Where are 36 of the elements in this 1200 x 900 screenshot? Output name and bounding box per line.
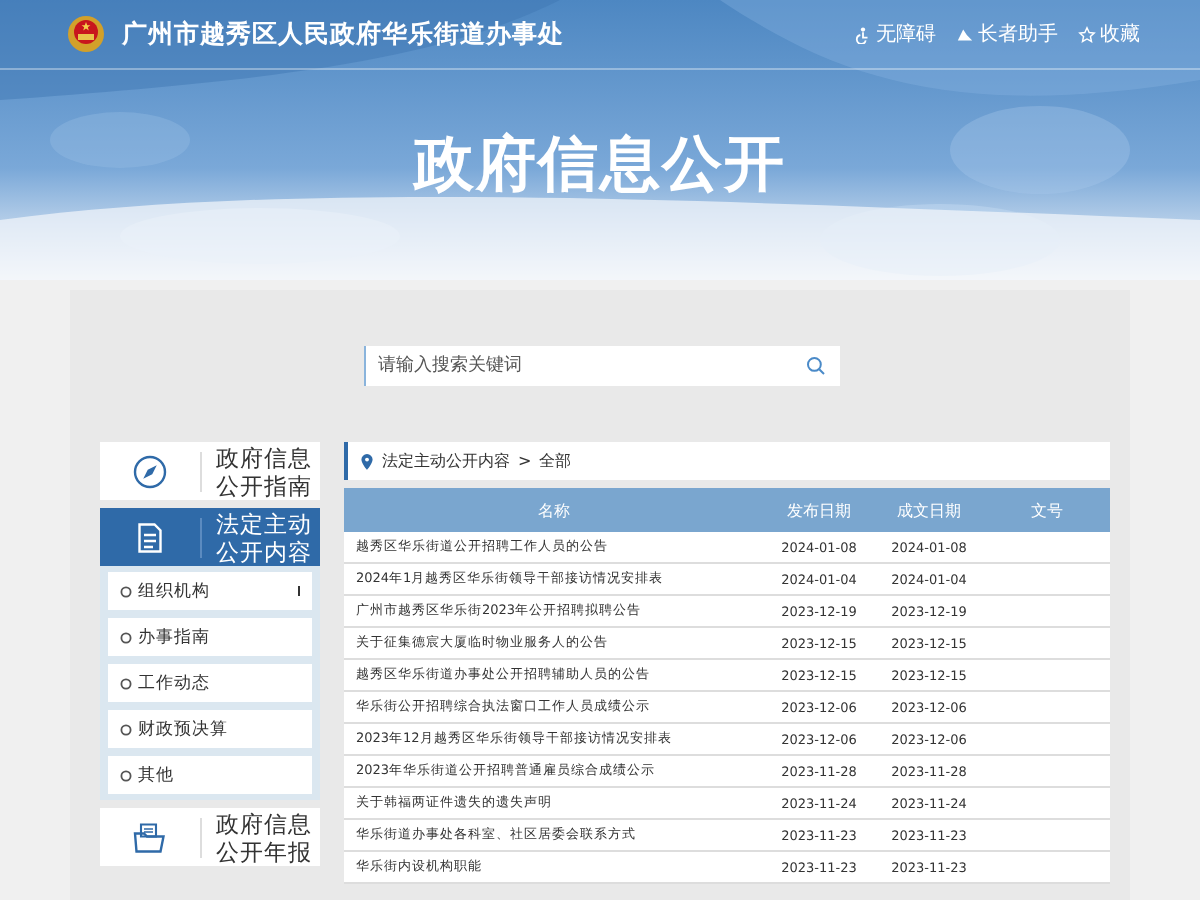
location-pin-icon — [360, 453, 374, 469]
bullet-icon — [120, 677, 132, 689]
document-icon — [132, 519, 168, 555]
submenu-item[interactable]: 财政预决算 — [108, 710, 312, 748]
sidebar-item[interactable]: 政府信息公开年报 — [100, 808, 320, 866]
column-header: 发布日期 — [764, 488, 874, 532]
search-icon[interactable] — [806, 356, 826, 376]
submenu-item[interactable]: 组织机构 — [108, 572, 312, 610]
bullet-icon — [120, 769, 132, 781]
breadcrumb-link[interactable]: 法定主动公开内容 — [382, 450, 510, 472]
bullet-icon — [120, 585, 132, 597]
compass-icon — [132, 453, 168, 489]
submenu-item[interactable]: 工作动态 — [108, 664, 312, 702]
sidebar-item[interactable]: 法定主动公开内容 — [100, 508, 320, 566]
column-header: 文号 — [984, 488, 1110, 532]
submenu-label: 财政预决算 — [138, 717, 230, 741]
bullet-icon — [120, 631, 132, 643]
site-title: 广州市越秀区人民政府华乐街道办事处 — [122, 17, 566, 51]
submenu-item[interactable]: 办事指南 — [108, 618, 312, 656]
submenu-item[interactable]: 其他 — [108, 756, 312, 794]
sidebar-item[interactable]: 政府信息公开指南 — [100, 442, 320, 500]
submenu-label: 工作动态 — [138, 671, 212, 695]
bullet-icon — [120, 723, 132, 735]
search-field[interactable]: 请输入搜索关键词 — [364, 346, 840, 386]
submenu-label: 其他 — [138, 763, 176, 787]
breadcrumb-link[interactable]: 全部 — [539, 450, 572, 472]
folder-icon — [132, 819, 168, 855]
breadcrumb-separator: > — [518, 452, 532, 470]
column-header: 名称 — [344, 488, 764, 532]
column-header: 成文日期 — [874, 488, 984, 532]
accessibility-icon — [854, 25, 872, 43]
emblem-icon — [66, 14, 106, 54]
page-title: 政府信息公开 — [414, 130, 786, 200]
star-icon — [1078, 25, 1096, 43]
submenu-label: 办事指南 — [138, 625, 212, 649]
submenu-label: 组织机构 — [138, 579, 212, 603]
